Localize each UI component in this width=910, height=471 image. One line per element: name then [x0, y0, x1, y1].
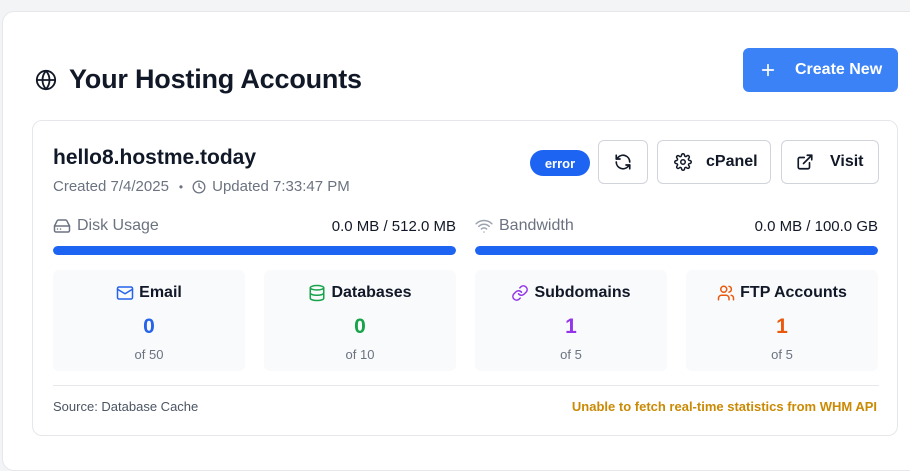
account-meta: Created 7/4/2025 • Updated 7:33:47 PM	[53, 178, 350, 195]
stat-limit: of 10	[345, 347, 375, 362]
card-divider	[53, 385, 879, 386]
account-card: hello8.hostme.today Created 7/4/2025 • U…	[32, 120, 898, 436]
bandwidth-bar	[475, 246, 878, 255]
disk-usage-value: 0.0 MB / 512.0 MB	[331, 217, 456, 235]
stat-count: 0	[143, 315, 155, 338]
mail-icon	[116, 284, 134, 302]
visit-button[interactable]: Visit	[781, 140, 879, 184]
api-warning: Unable to fetch real-time statistics fro…	[571, 399, 877, 414]
globe-icon	[35, 69, 57, 91]
stat-name: Databases	[331, 284, 412, 301]
refresh-icon	[614, 153, 632, 171]
database-icon	[308, 284, 326, 302]
create-new-button[interactable]: Create New	[743, 48, 898, 92]
created-date: Created 7/4/2025	[53, 178, 169, 195]
status-badge: error	[530, 150, 590, 176]
stat-count: 0	[354, 315, 366, 338]
account-domain: hello8.hostme.today	[53, 146, 257, 169]
stat-databases: Databases 0 of 10	[264, 270, 456, 371]
stat-limit: of 5	[771, 347, 793, 362]
meta-separator: •	[178, 179, 184, 194]
stat-name: FTP Accounts	[740, 284, 847, 301]
cpanel-button[interactable]: cPanel	[657, 140, 771, 184]
external-link-icon	[796, 153, 814, 171]
bandwidth-value: 0.0 MB / 100.0 GB	[754, 217, 878, 235]
plus-icon	[760, 62, 776, 78]
stat-ftp-accounts: FTP Accounts 1 of 5	[686, 270, 878, 371]
visit-label: Visit	[830, 153, 864, 170]
cpanel-label: cPanel	[706, 153, 758, 170]
stat-email: Email 0 of 50	[53, 270, 245, 371]
gear-icon	[674, 153, 692, 171]
disk-usage: Disk Usage 0.0 MB / 512.0 MB	[53, 216, 456, 255]
disk-usage-fill	[53, 246, 456, 255]
bandwidth-fill	[475, 246, 878, 255]
bandwidth-usage: Bandwidth 0.0 MB / 100.0 GB	[475, 216, 878, 255]
users-icon	[717, 284, 735, 302]
stat-count: 1	[565, 315, 577, 338]
updated-time: Updated 7:33:47 PM	[212, 178, 350, 195]
data-source: Source: Database Cache	[53, 399, 199, 414]
stat-count: 1	[776, 315, 788, 338]
stat-limit: of 50	[134, 347, 164, 362]
refresh-button[interactable]	[598, 140, 648, 184]
disk-usage-bar	[53, 246, 456, 255]
page-title: Your Hosting Accounts	[69, 64, 362, 94]
disk-usage-label: Disk Usage	[77, 217, 159, 234]
stat-name: Subdomains	[534, 284, 631, 301]
stat-name: Email	[139, 284, 182, 301]
hard-drive-icon	[53, 217, 71, 235]
wifi-icon	[475, 217, 493, 235]
create-new-label: Create New	[795, 61, 883, 78]
stat-limit: of 5	[560, 347, 582, 362]
page-header: Your Hosting Accounts	[35, 64, 362, 95]
link-icon	[511, 284, 529, 302]
stat-subdomains: Subdomains 1 of 5	[475, 270, 667, 371]
bandwidth-label: Bandwidth	[499, 217, 574, 234]
clock-icon	[192, 180, 206, 194]
